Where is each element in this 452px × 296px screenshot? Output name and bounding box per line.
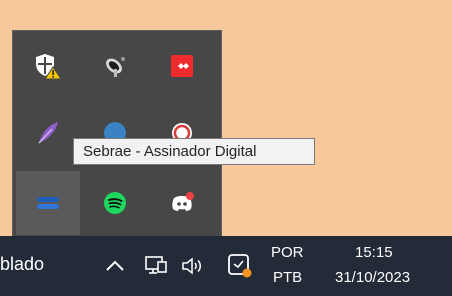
tray-item-satellite[interactable] (83, 34, 147, 98)
windows-security-warning-icon (36, 54, 62, 80)
tray-item-spotify[interactable] (83, 171, 147, 235)
tray-item-feather[interactable] (16, 101, 80, 165)
tray-item-security[interactable] (16, 34, 80, 98)
anydesk-icon (171, 55, 193, 77)
language-indicator-line2[interactable]: PTB (273, 269, 302, 286)
taskbar: blado POR PTB 15:15 31/10/2023 (0, 236, 452, 296)
discord-icon (172, 192, 194, 211)
satellite-dish-icon (106, 57, 125, 77)
spotify-icon (104, 192, 126, 214)
feather-icon (38, 122, 58, 144)
sebrae-assinador-icon (37, 197, 59, 209)
tray-overflow-popup (12, 30, 222, 238)
tray-item-sebrae-assinador[interactable] (16, 171, 80, 235)
clock-time[interactable]: 15:15 (355, 244, 393, 261)
language-indicator-line1[interactable]: POR (271, 244, 304, 261)
notification-icon[interactable] (226, 251, 256, 281)
clock-date[interactable]: 31/10/2023 (335, 269, 410, 286)
tray-item-discord[interactable] (150, 171, 214, 235)
network-icon[interactable] (143, 254, 169, 278)
volume-icon[interactable] (180, 254, 206, 278)
tray-item-anydesk[interactable] (150, 34, 214, 98)
taskbar-app-label[interactable]: blado (0, 254, 44, 275)
tooltip: Sebrae - Assinador Digital (73, 138, 315, 165)
chevron-up-icon[interactable] (104, 256, 126, 276)
